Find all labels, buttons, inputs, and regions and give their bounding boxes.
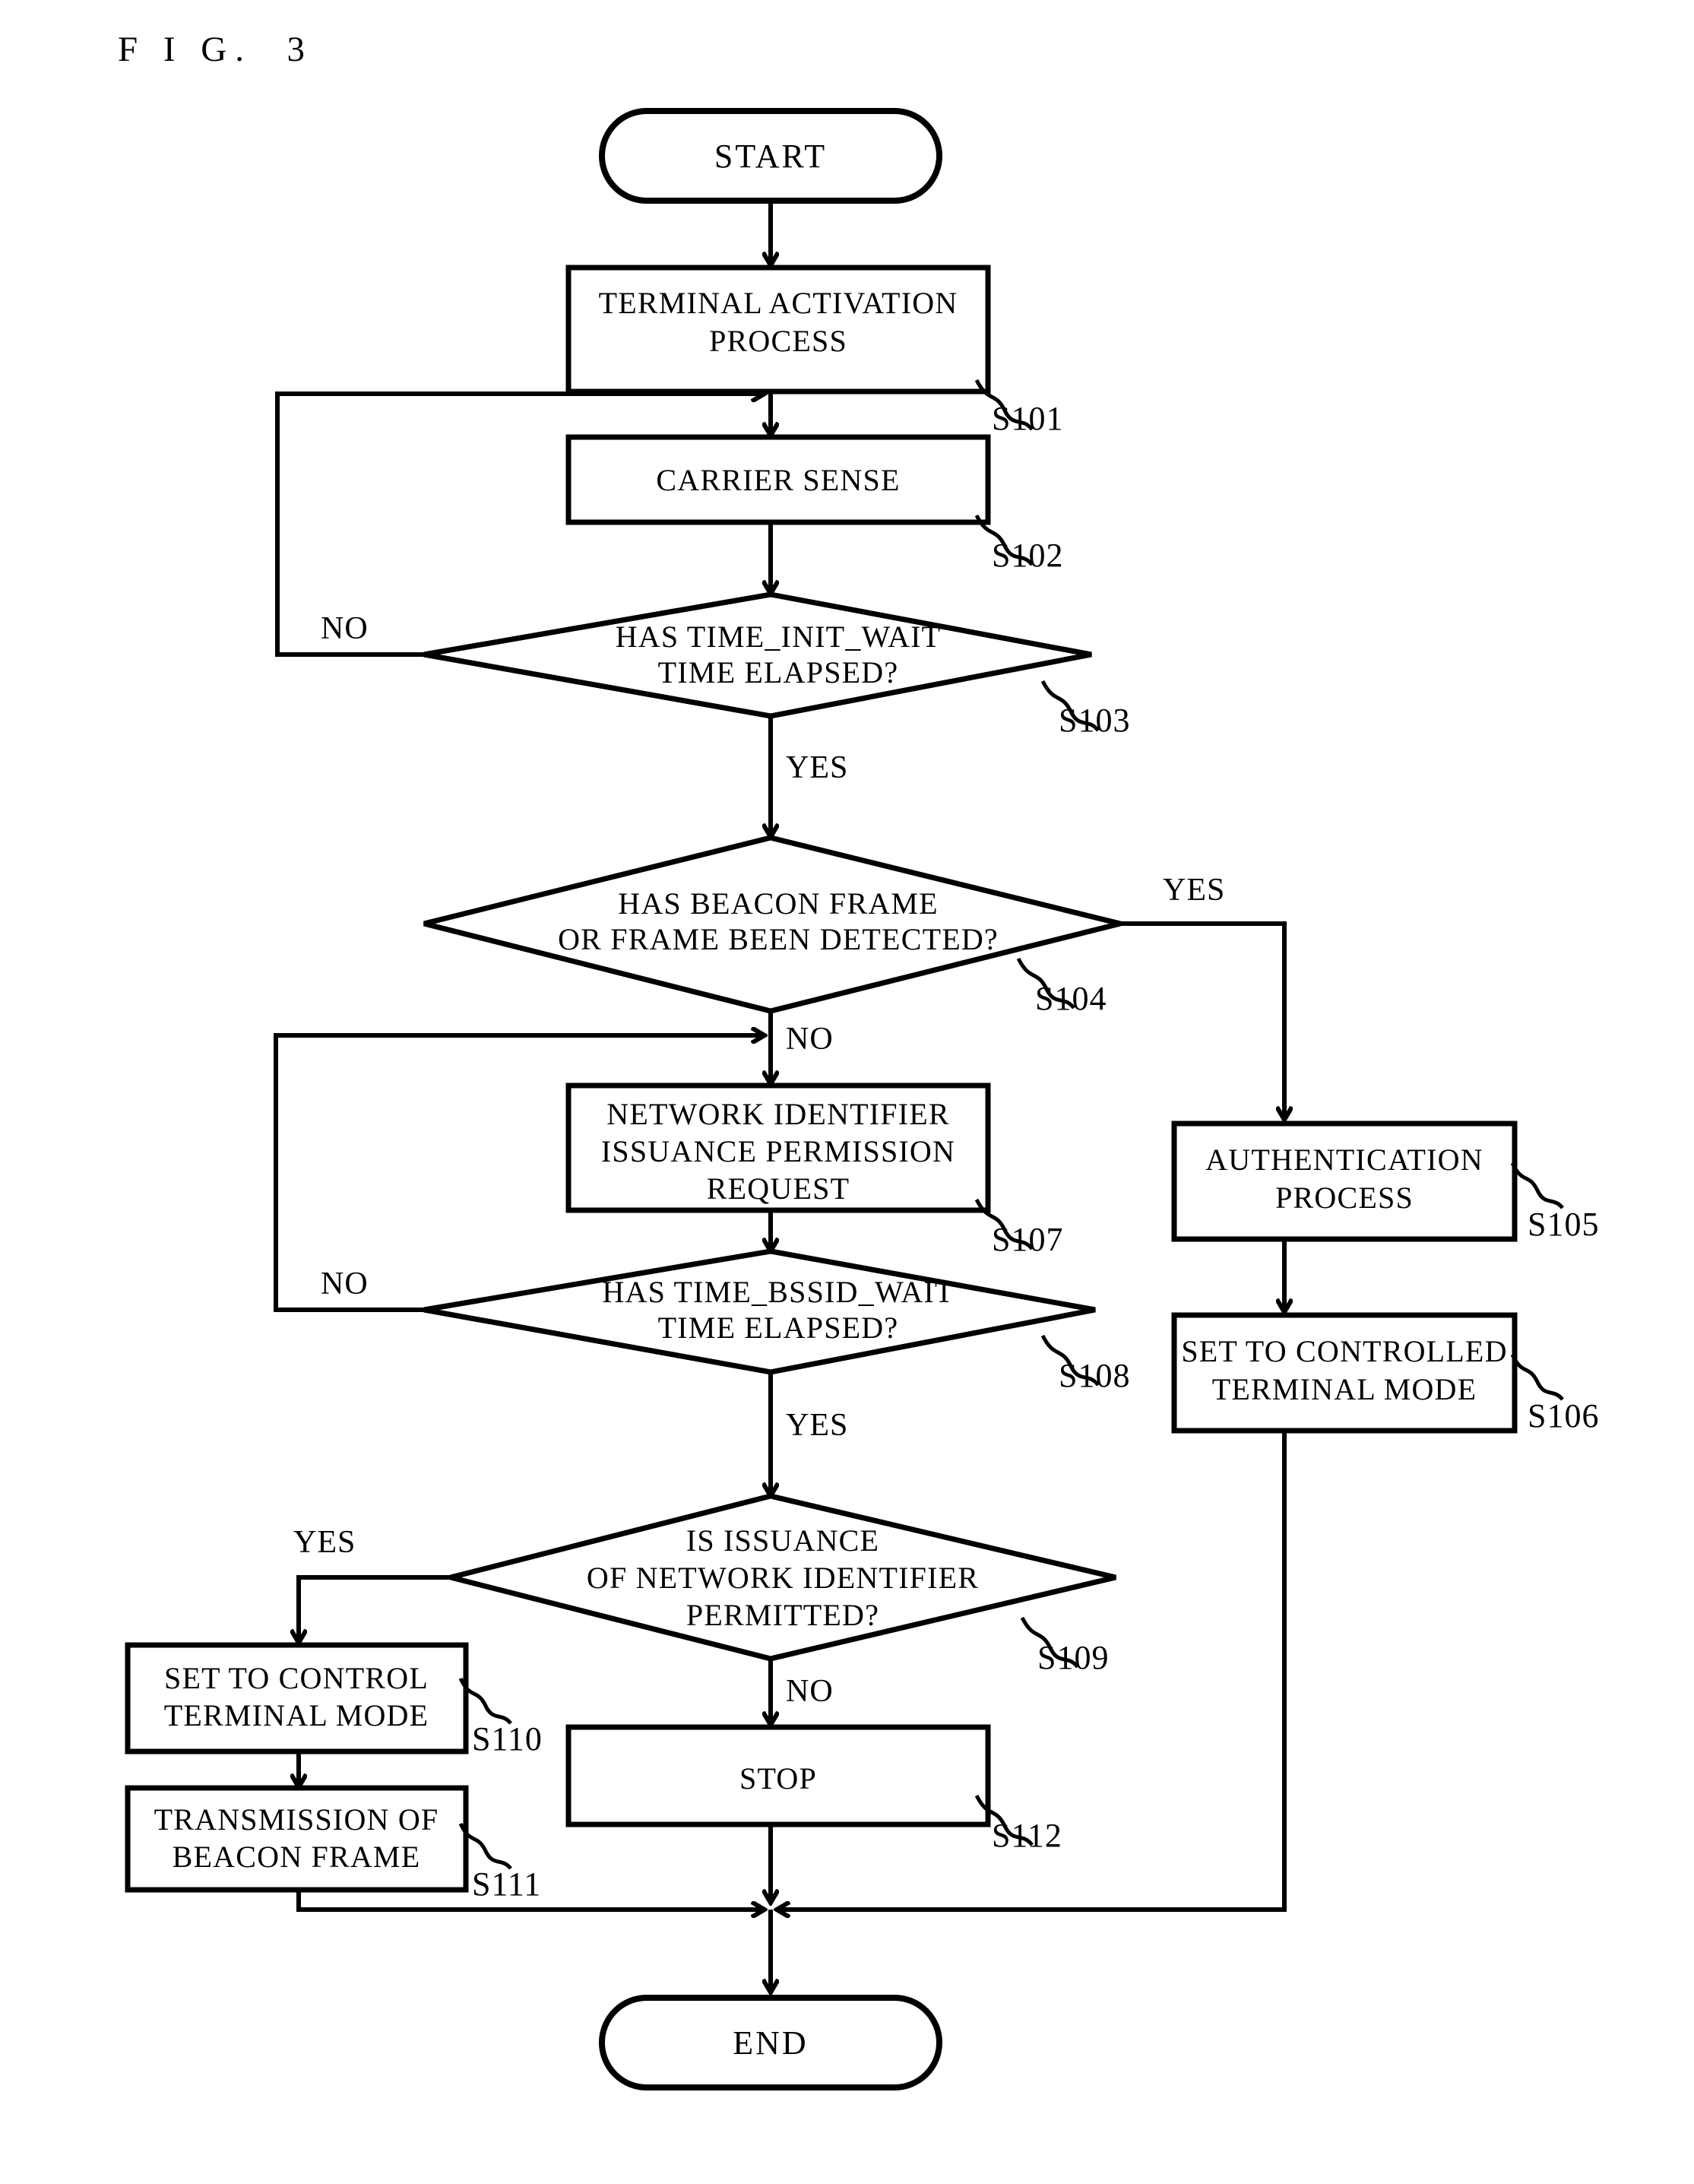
branch-label-s103-no: NO — [321, 611, 369, 646]
process-s107-line-2: ISSUANCE PERMISSION — [601, 1134, 955, 1168]
process-s110-line-2: TERMINAL MODE — [164, 1698, 429, 1732]
process-s111: TRANSMISSION OF BEACON FRAME S111 — [125, 1785, 541, 1903]
branch-label-s104-yes: YES — [1163, 873, 1225, 908]
process-s107-line-1: NETWORK IDENTIFIER — [606, 1097, 950, 1131]
terminal-start-label: START — [714, 138, 827, 175]
decision-s104-line-1: HAS BEACON FRAME — [618, 886, 939, 921]
step-label-s106: S106 — [1528, 1397, 1599, 1434]
process-s105-line-2: PROCESS — [1275, 1181, 1414, 1215]
step-label-s101: S101 — [992, 400, 1063, 437]
branch-label-s104-no: NO — [786, 1022, 834, 1057]
step-label-s110: S110 — [472, 1720, 543, 1758]
decision-s108-line-1: HAS TIME_BSSID_WAIT — [602, 1275, 954, 1309]
step-label-s111: S111 — [472, 1865, 541, 1903]
process-s110: SET TO CONTROL TERMINAL MODE S110 — [125, 1642, 543, 1758]
branch-label-s109-yes: YES — [293, 1525, 356, 1560]
process-s110-line-1: SET TO CONTROL — [164, 1661, 429, 1695]
process-s106-line-1: SET TO CONTROLLED — [1181, 1334, 1507, 1368]
step-label-s109: S109 — [1037, 1639, 1109, 1676]
process-s101: TERMINAL ACTIVATION PROCESS S101 — [565, 265, 1063, 437]
process-s105-line-1: AUTHENTICATION — [1205, 1143, 1483, 1177]
process-s112-line-1: STOP — [739, 1761, 817, 1796]
process-s107: NETWORK IDENTIFIER ISSUANCE PERMISSION R… — [565, 1082, 1063, 1258]
step-label-s112: S112 — [992, 1817, 1062, 1854]
leader-s106 — [1510, 1353, 1564, 1401]
process-s106: SET TO CONTROLLED TERMINAL MODE S106 — [1171, 1312, 1599, 1434]
terminal-end-label: END — [733, 2024, 808, 2062]
step-label-s107: S107 — [992, 1221, 1063, 1258]
process-s111-line-2: BEACON FRAME — [173, 1840, 421, 1874]
leader-s105 — [1510, 1162, 1564, 1209]
terminal-start: START — [599, 108, 942, 204]
decision-s103-line-2: TIME ELAPSED? — [658, 655, 899, 689]
process-s101-line-1: TERMINAL ACTIVATION — [599, 286, 958, 320]
figure-root: F I G. 3 START TERMINAL ACTIVATION PROCE… — [0, 0, 1694, 2184]
process-s102-line-1: CARRIER SENSE — [656, 463, 900, 497]
step-label-s102: S102 — [992, 537, 1063, 574]
process-s105: AUTHENTICATION PROCESS S105 — [1171, 1121, 1599, 1243]
decision-s104: HAS BEACON FRAME OR FRAME BEEN DETECTED?… — [423, 835, 1225, 1057]
terminal-end: END — [599, 1995, 942, 2090]
decision-s109-line-2: OF NETWORK IDENTIFIER — [587, 1561, 979, 1595]
decision-s109-line-3: PERMITTED? — [686, 1598, 879, 1632]
decision-s108: HAS TIME_BSSID_WAIT TIME ELAPSED? S108 N… — [321, 1248, 1130, 1443]
process-s107-line-3: REQUEST — [707, 1171, 850, 1206]
step-label-s104: S104 — [1035, 980, 1107, 1017]
decision-s103: HAS TIME_INIT_WAIT TIME ELAPSED? S103 NO… — [321, 591, 1130, 785]
step-label-s108: S108 — [1059, 1357, 1130, 1394]
connector-s104-yes-to-s105 — [1120, 921, 1284, 1119]
decision-s103-line-1: HAS TIME_INIT_WAIT — [616, 620, 942, 654]
branch-label-s109-no: NO — [786, 1674, 834, 1709]
process-s111-line-1: TRANSMISSION OF — [154, 1802, 439, 1837]
decision-s104-line-2: OR FRAME BEEN DETECTED? — [558, 922, 999, 956]
branch-label-s108-no: NO — [321, 1266, 369, 1301]
decision-s109-line-1: IS ISSUANCE — [686, 1523, 879, 1558]
process-s101-line-2: PROCESS — [709, 324, 847, 358]
connector-s109-yes-to-s110 — [299, 1575, 451, 1642]
flowchart-svg: START TERMINAL ACTIVATION PROCESS S101 C… — [125, 108, 1599, 2090]
decision-s108-line-2: TIME ELAPSED? — [658, 1311, 899, 1345]
step-label-s103: S103 — [1059, 702, 1130, 739]
branch-label-s108-yes: YES — [786, 1408, 848, 1443]
step-label-s105: S105 — [1528, 1206, 1599, 1243]
process-s102: CARRIER SENSE S102 — [565, 434, 1063, 574]
process-s106-line-2: TERMINAL MODE — [1212, 1372, 1477, 1406]
branch-label-s103-yes: YES — [786, 750, 848, 785]
process-s112: STOP S112 — [565, 1724, 1062, 1854]
